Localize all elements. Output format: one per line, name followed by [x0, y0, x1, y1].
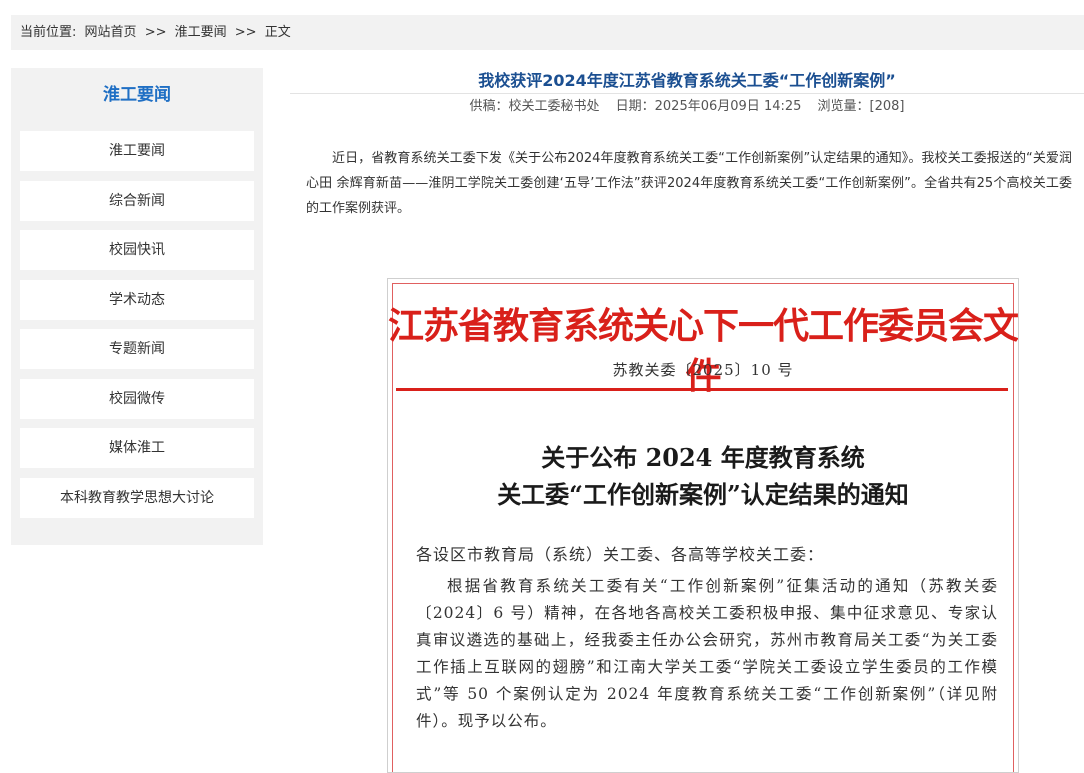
breadcrumb-separator: >> [234, 25, 257, 40]
article-source: 供稿：校关工委秘书处 [469, 99, 600, 114]
breadcrumb-section-link[interactable]: 淮工要闻 [175, 25, 227, 40]
breadcrumb-label: 当前位置: [20, 25, 77, 40]
sidebar-item-campus-flash[interactable]: 校园快讯 [20, 230, 254, 270]
breadcrumb-home-link[interactable]: 网站首页 [85, 25, 137, 40]
article-body: 近日，省教育系统关工委下发《关于公布2024年度教育系统关工委“工作创新案例”认… [306, 151, 1072, 216]
sidebar-title: 淮工要闻 [103, 85, 171, 105]
sidebar-item-media[interactable]: 媒体淮工 [20, 428, 254, 468]
sidebar-item-special-news[interactable]: 专题新闻 [20, 329, 254, 369]
article-title: 我校获评2024年度江苏省教育系统关工委“工作创新案例” [478, 71, 896, 90]
sidebar-item-academic[interactable]: 学术动态 [20, 280, 254, 320]
article-meta: 供稿：校关工委秘书处 日期：2025年06月09日 14:25 浏览量：[208… [290, 97, 1084, 117]
article-views: 浏览量：[208] [817, 99, 905, 114]
sidebar-item-general-news[interactable]: 综合新闻 [20, 181, 254, 221]
document-title: 关于公布 2024 年度教育系统 关工委“工作创新案例”认定结果的通知 [388, 439, 1018, 513]
document-title-line2: 关工委“工作创新案例”认定结果的通知 [497, 480, 909, 509]
document-image: 江苏省教育系统关心下一代工作委员会文件 苏教关委〔2025〕10 号 关于公布 … [387, 278, 1019, 773]
sidebar-item-huaigong-news[interactable]: 淮工要闻 [20, 131, 254, 171]
document-body: 根据省教育系统关工委有关“工作创新案例”征集活动的通知（苏教关委〔2024〕6 … [416, 577, 998, 730]
document-salutation: 各设区市教育局（系统）关工委、各高等学校关工委： [416, 545, 825, 564]
sidebar: 淮工要闻 淮工要闻 综合新闻 校园快讯 学术动态 专题新闻 校园微传 媒体淮工 … [11, 68, 263, 545]
document-red-line [396, 388, 1008, 391]
document-title-line1: 关于公布 2024 年度教育系统 [541, 443, 865, 472]
breadcrumb: 当前位置: 网站首页 >> 淮工要闻 >> 正文 [11, 15, 1084, 50]
sidebar-item-campus-micro[interactable]: 校园微传 [20, 379, 254, 419]
sidebar-item-teaching-discussion[interactable]: 本科教育教学思想大讨论 [20, 478, 254, 518]
document-header: 江苏省教育系统关心下一代工作委员会文件 [388, 305, 1019, 397]
article-date: 日期：2025年06月09日 14:25 [615, 99, 802, 114]
title-divider [290, 93, 1084, 94]
breadcrumb-current: 正文 [264, 25, 291, 40]
breadcrumb-separator: >> [144, 25, 167, 40]
document-number: 苏教关委〔2025〕10 号 [612, 361, 794, 379]
